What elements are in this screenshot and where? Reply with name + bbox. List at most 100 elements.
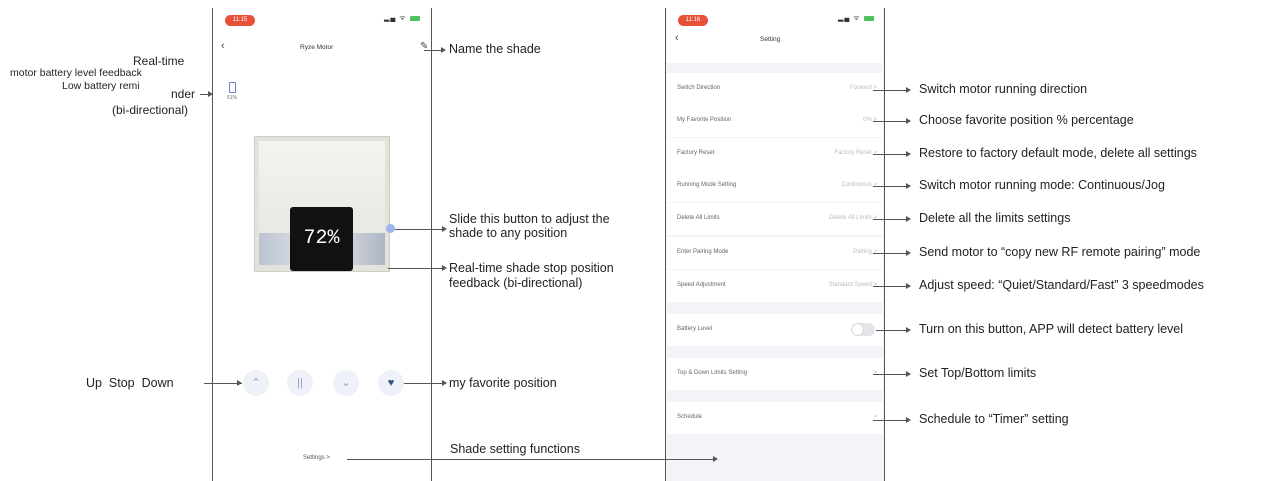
arrow-line — [873, 186, 909, 187]
setting-value: Delete All Limits > — [829, 215, 877, 221]
annotation-name-shade: Name the shade — [449, 42, 541, 56]
arrow-head — [442, 226, 447, 232]
setting-label: Enter Pairing Mode — [677, 249, 729, 255]
chevron-up-icon: ⌃ — [251, 377, 261, 389]
annotation-stop-1: Real-time shade stop position — [449, 261, 614, 275]
annotation-up-stop-down: Up Stop Down — [86, 376, 174, 390]
annotation-reminder: nder — [171, 87, 196, 101]
battery-level-row: Battery Level — [667, 314, 883, 346]
setting-label: Switch Direction — [677, 85, 721, 91]
pairing-mode-row[interactable]: Enter Pairing Mode Pairing > — [667, 237, 883, 269]
stop-button[interactable]: || — [287, 370, 313, 396]
arrow-line — [873, 90, 909, 91]
chevron-down-icon: ⌄ — [341, 377, 351, 389]
arrow-head — [237, 380, 242, 386]
settings-link[interactable]: Settings > — [303, 455, 330, 461]
battery-toggle[interactable] — [851, 323, 875, 336]
factory-reset-row[interactable]: Factory Reset Factory Reset > — [667, 138, 883, 170]
toggle-knob — [852, 324, 863, 335]
annotation-battery-feedback: motor battery level feedback — [10, 67, 142, 79]
arrow-line — [873, 420, 909, 421]
arrow-line — [873, 374, 909, 375]
pause-icon: || — [297, 377, 303, 389]
status-time-pill: 11:15 — [225, 15, 255, 26]
status-icons: ▂▄ ᯤ — [838, 14, 874, 23]
annotation-right-8: Turn on this button, APP will detect bat… — [919, 322, 1184, 336]
arrow-head — [442, 265, 447, 271]
arrow-line — [388, 268, 445, 269]
arrow-head — [906, 371, 911, 377]
heart-icon: ♥ — [387, 377, 395, 389]
annotation-right-10: Schedule to “Timer” setting — [919, 412, 1069, 426]
annotation-right-3: Restore to factory default mode, delete … — [919, 146, 1197, 160]
annotation-right-5: Delete all the limits settings — [919, 211, 1071, 225]
annotation-right-6: Send motor to “copy new RF remote pairin… — [919, 245, 1201, 259]
annotation-bidirectional: (bi-directional) — [112, 103, 189, 117]
arrow-line — [395, 229, 445, 230]
arrow-head — [906, 327, 911, 333]
limits-setting-row[interactable]: Top & Down Limits Setting > — [667, 358, 883, 390]
annotation-slide-1: Slide this button to adjust the — [449, 212, 610, 226]
arrow-line — [873, 154, 909, 155]
annotation-right-7: Adjust speed: “Quiet/Standard/Fast” 3 sp… — [919, 278, 1204, 292]
battery-status-icon — [409, 15, 420, 21]
annotation-right-1: Switch motor running direction — [919, 82, 1088, 96]
setting-value: 0% > — [863, 117, 877, 123]
schedule-row[interactable]: Schedule > — [667, 402, 883, 434]
setting-value: Standard Speed > — [828, 282, 877, 288]
annotation-right-9: Set Top/Bottom limits — [919, 366, 1037, 380]
setting-label: Running Mode Setting — [677, 182, 737, 188]
status-icons: ▂▄ ᯤ — [384, 14, 420, 23]
annotation-right-2: Choose favorite position % percentage — [919, 113, 1134, 127]
arrow-line — [876, 330, 909, 331]
setting-value: Continuous > — [841, 182, 877, 188]
annotation-realtime: Real-time — [133, 54, 185, 68]
down-button[interactable]: ⌄ — [333, 370, 359, 396]
position-display: 72% — [290, 207, 353, 271]
arrow-line — [873, 219, 909, 220]
speed-adjustment-row[interactable]: Speed Adjustment Standard Speed > — [667, 270, 883, 302]
setting-label: Delete All Limits — [677, 215, 720, 221]
arrow-line — [347, 459, 715, 460]
back-icon[interactable]: ‹ — [675, 32, 679, 44]
arrow-line — [873, 121, 909, 122]
annotation-low-battery: Low battery remi — [62, 80, 140, 92]
setting-label: Schedule — [677, 414, 703, 420]
annotation-right-4: Switch motor running mode: Continuous/Jo… — [919, 178, 1165, 192]
arrow-head — [208, 91, 213, 97]
arrow-head — [906, 417, 911, 423]
arrow-head — [906, 151, 911, 157]
running-mode-row[interactable]: Running Mode Setting Continuous > — [667, 170, 883, 202]
arrow-head — [906, 283, 911, 289]
page-title: Setting — [760, 36, 781, 43]
status-time-pill: 11:16 — [678, 15, 708, 26]
setting-label: Speed Adjustment — [677, 282, 726, 288]
arrow-head — [906, 87, 911, 93]
up-button[interactable]: ⌃ — [243, 370, 269, 396]
setting-value: Pairing > — [853, 249, 877, 255]
delete-limits-row[interactable]: Delete All Limits Delete All Limits > — [667, 203, 883, 235]
setting-label: Battery Level — [677, 326, 713, 332]
favorite-button[interactable]: ♥ — [378, 370, 404, 396]
annotation-shade-settings: Shade setting functions — [450, 442, 580, 456]
switch-direction-row[interactable]: Switch Direction Forward > — [667, 73, 883, 105]
position-slider-handle[interactable] — [386, 224, 395, 233]
favorite-position-row[interactable]: My Favorite Position 0% > — [667, 105, 883, 137]
arrow-head — [713, 456, 718, 462]
arrow-head — [906, 118, 911, 124]
setting-label: Top & Down Limits Setting — [677, 370, 748, 376]
battery-percent: 51% — [227, 95, 238, 101]
arrow-line — [873, 253, 909, 254]
battery-status-icon — [863, 15, 874, 21]
arrow-head — [442, 380, 447, 386]
back-icon[interactable]: ‹ — [221, 40, 225, 52]
battery-level-icon — [229, 82, 236, 93]
arrow-head — [906, 250, 911, 256]
arrow-head — [906, 183, 911, 189]
arrow-line — [404, 383, 445, 384]
setting-label: My Favorite Position — [677, 117, 732, 123]
setting-label: Factory Reset — [677, 150, 715, 156]
arrow-line — [873, 286, 909, 287]
annotation-favorite: my favorite position — [449, 376, 557, 390]
annotation-slide-2: shade to any position — [449, 226, 568, 240]
